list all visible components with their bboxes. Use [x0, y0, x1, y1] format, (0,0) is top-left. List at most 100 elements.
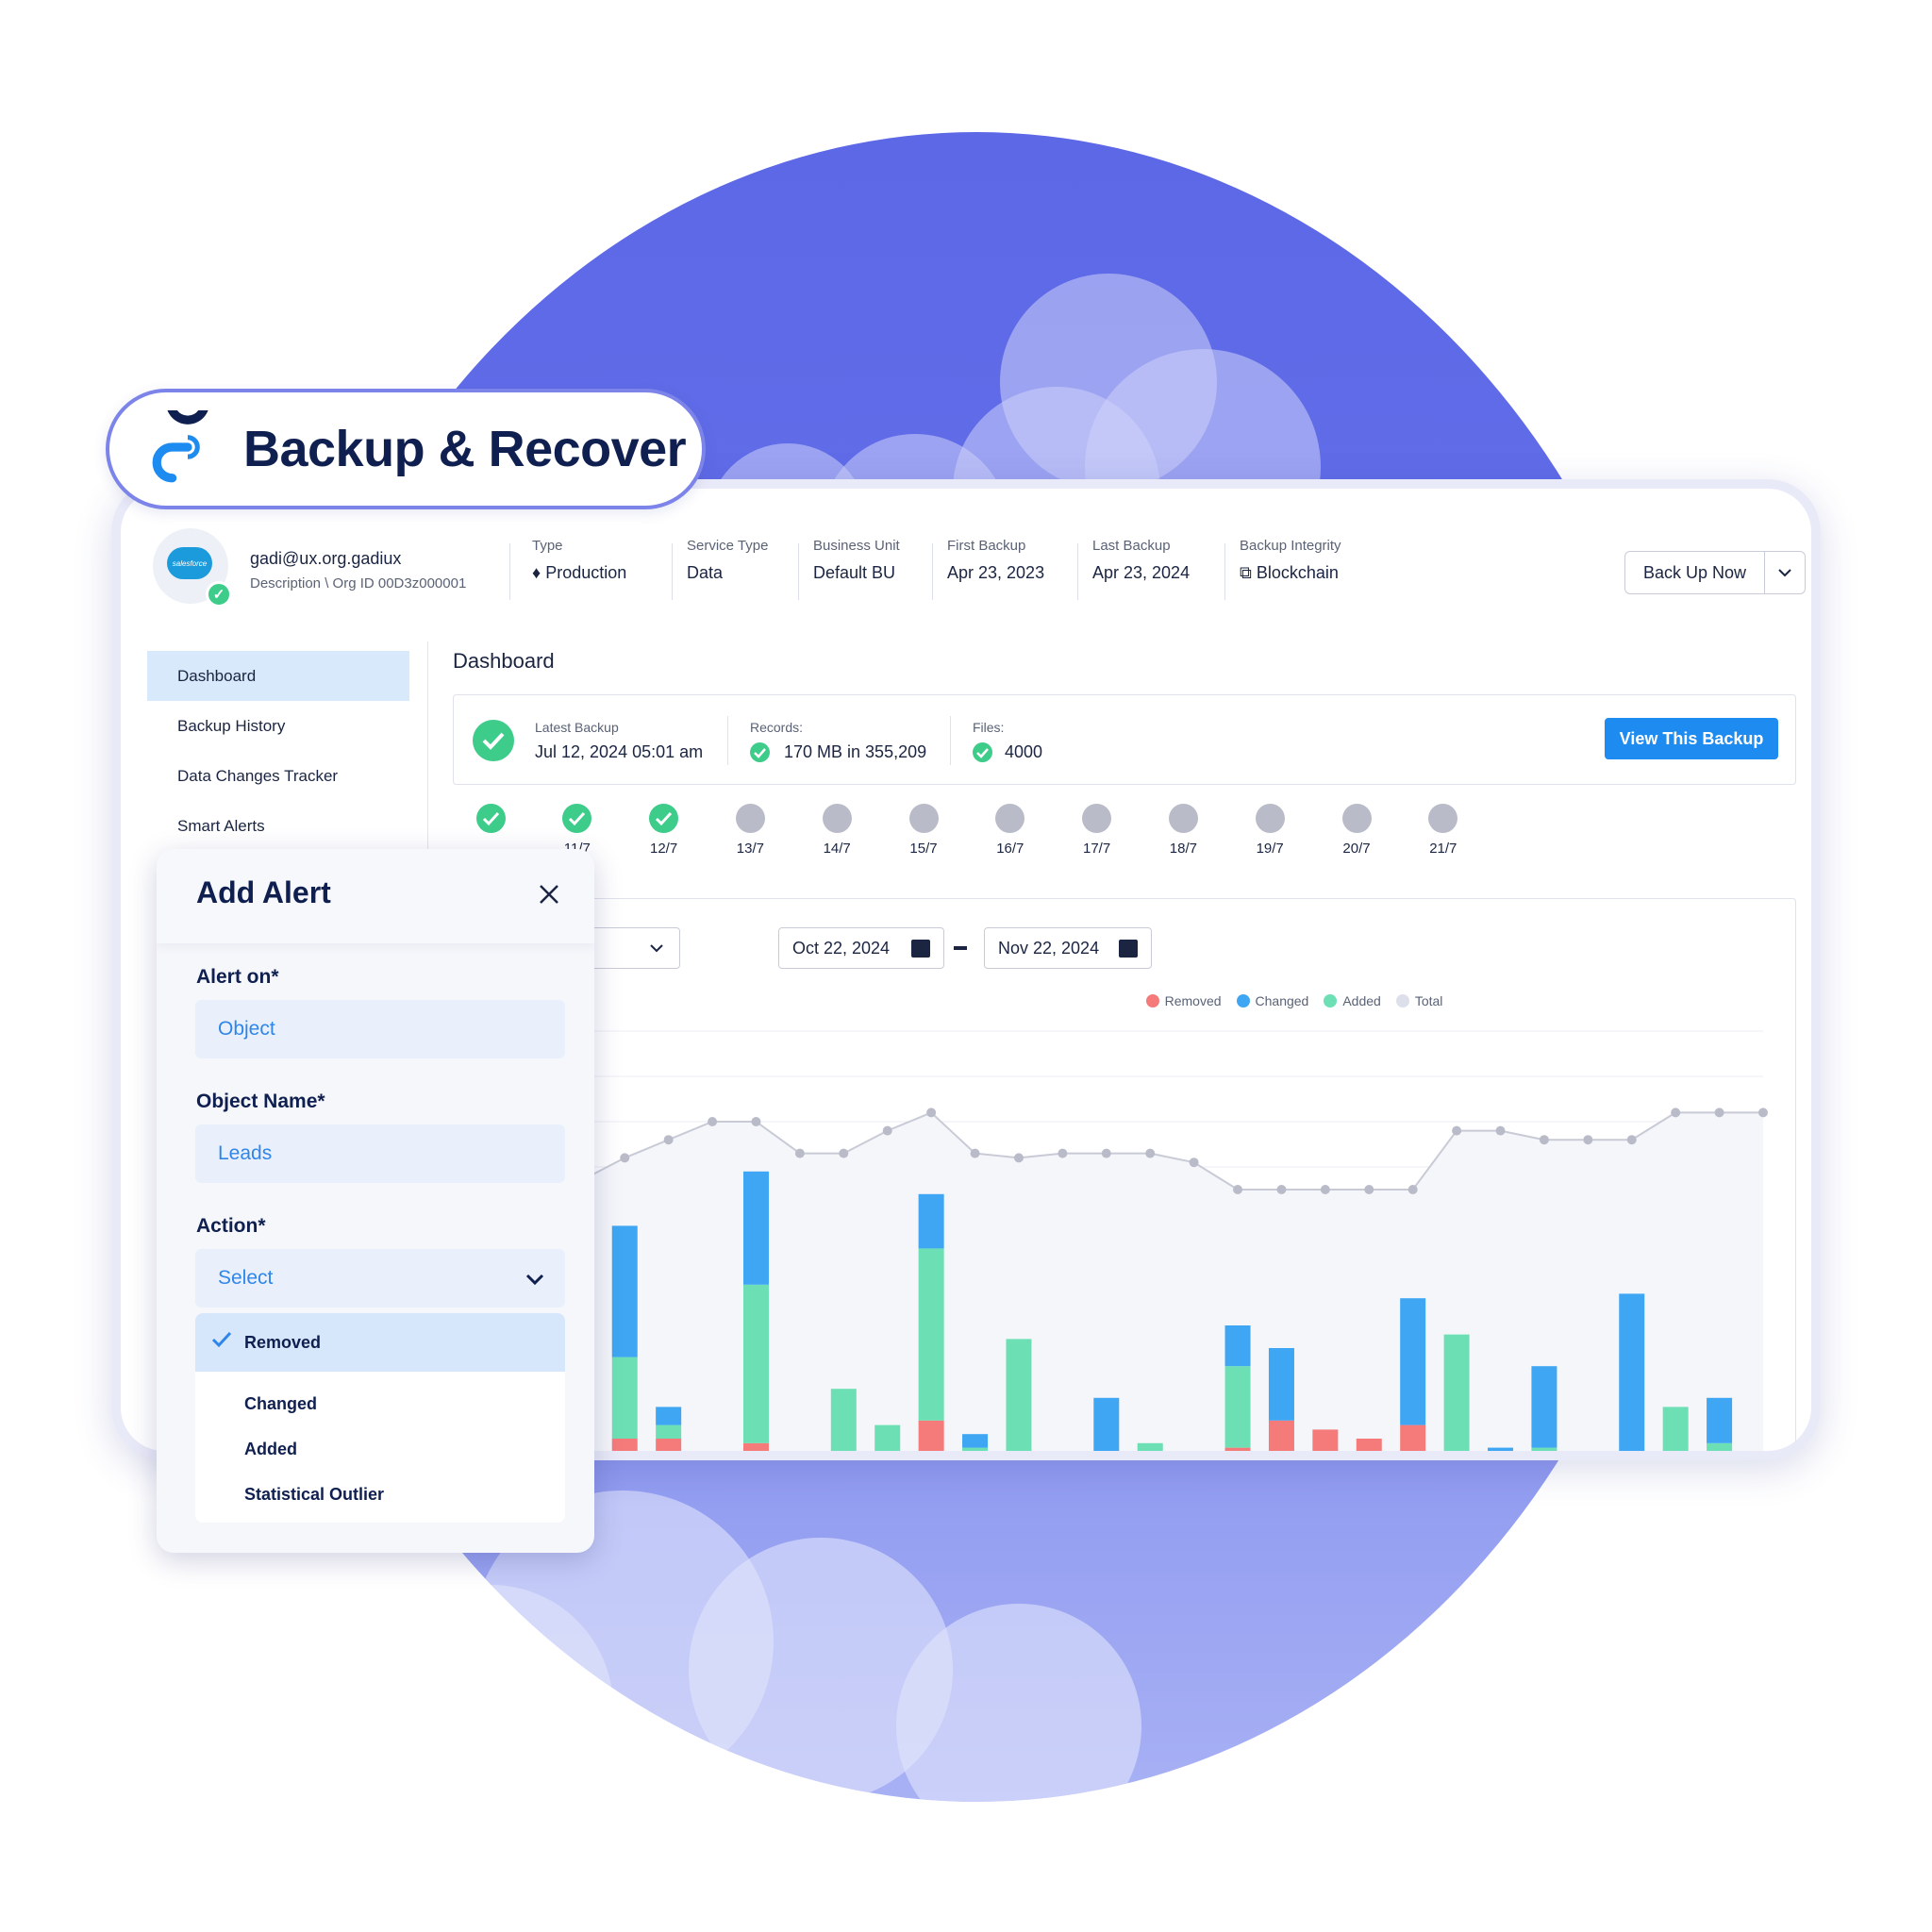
bar-removed [1312, 1429, 1339, 1451]
success-check-icon [562, 804, 592, 833]
files-value: 4000 [1005, 742, 1043, 761]
sidebar-item-backup-history[interactable]: Backup History [147, 701, 409, 751]
timeline-day[interactable]: 18/7 [1155, 804, 1211, 857]
option-changed[interactable]: Changed [195, 1381, 565, 1426]
total-point [1101, 1148, 1111, 1158]
total-point [1714, 1108, 1724, 1118]
chevron-down-icon [525, 1274, 544, 1285]
legend-item[interactable]: Removed [1145, 993, 1222, 1008]
alert-title: Add Alert [196, 875, 331, 909]
total-point [1013, 1153, 1024, 1163]
records-value: 170 MB in 355,209 [784, 742, 927, 761]
backup-options-button[interactable] [1765, 552, 1805, 593]
view-backup-button[interactable]: View This Backup [1605, 718, 1778, 759]
legend-swatch [1145, 994, 1159, 1008]
avatar: salesforce ✓ [153, 528, 232, 608]
action-select-value: Select [218, 1267, 274, 1289]
bar-removed [1268, 1420, 1294, 1451]
bar-changed [918, 1193, 944, 1249]
legend-item[interactable]: Changed [1236, 993, 1308, 1008]
timeline-day[interactable]: 13/7 [722, 804, 778, 857]
total-point [1058, 1148, 1068, 1158]
bar-changed [656, 1407, 682, 1425]
divider [950, 716, 951, 765]
success-check-icon [473, 720, 514, 761]
brand-pill: Backup & Recover [106, 389, 706, 509]
changes-chart-panel: Oct 22, 2024 Nov 22, 2024 Removed Changed… [453, 898, 1796, 1460]
total-point [1233, 1185, 1243, 1194]
bar-removed [656, 1439, 682, 1451]
option-label: Removed [244, 1332, 322, 1352]
timeline-day[interactable]: 17/7 [1069, 804, 1125, 857]
bar-added [1662, 1407, 1689, 1451]
meta-business-unit: Business Unit Default BU [813, 538, 900, 606]
pending-status-icon [908, 804, 939, 833]
bar-changed [700, 1452, 725, 1460]
meta-value: Default BU [813, 563, 896, 582]
sidebar-item-smart-alerts[interactable]: Smart Alerts [147, 801, 409, 851]
legend-label: Total [1414, 993, 1443, 1008]
action-select[interactable]: Select [195, 1249, 565, 1307]
total-point [1407, 1185, 1418, 1194]
total-point [663, 1135, 674, 1145]
bar-added [1707, 1442, 1733, 1451]
total-point [1583, 1135, 1593, 1145]
alert-on-label: Alert on* [196, 966, 279, 988]
legend-swatch [1236, 994, 1250, 1008]
calendar-icon [911, 940, 930, 958]
total-point [1758, 1108, 1768, 1118]
total-point [1495, 1125, 1506, 1136]
object-name-field[interactable]: Leads [195, 1124, 565, 1183]
bar-changed [1268, 1348, 1294, 1421]
total-point [1539, 1135, 1549, 1145]
sidebar-item-data-changes-tracker[interactable]: Data Changes Tracker [147, 751, 409, 801]
total-point [751, 1117, 761, 1126]
alert-on-field[interactable]: Object [195, 1000, 565, 1058]
timeline-date: 21/7 [1429, 841, 1457, 857]
timeline-date: 20/7 [1342, 841, 1371, 857]
timeline-day[interactable]: 14/7 [808, 804, 865, 857]
pending-status-icon [995, 804, 1025, 833]
legend-item[interactable]: Added [1324, 993, 1381, 1008]
bar-changed [1619, 1293, 1645, 1451]
timeline-day[interactable]: 21/7 [1415, 804, 1472, 857]
total-point [620, 1153, 630, 1163]
date-to-input[interactable]: Nov 22, 2024 [984, 927, 1152, 969]
date-from-input[interactable]: Oct 22, 2024 [778, 927, 944, 969]
bar-changed [962, 1434, 989, 1448]
timeline-day[interactable] [462, 804, 519, 841]
legend-swatch [1395, 994, 1409, 1008]
divider [932, 543, 933, 600]
account-description: Description \ Org ID 00D3z000001 [250, 575, 467, 591]
total-area [493, 1112, 1763, 1451]
meta-label: Service Type [687, 538, 769, 554]
divider [672, 543, 673, 600]
chart-legend: Removed Changed Added Total [454, 993, 1795, 1008]
bar-removed [1224, 1447, 1251, 1451]
pending-status-icon [735, 804, 765, 833]
timeline-day[interactable]: 19/7 [1241, 804, 1298, 857]
timeline-day[interactable]: 15/7 [895, 804, 952, 857]
close-button[interactable] [532, 877, 566, 911]
brand-logo-icon [152, 410, 208, 483]
option-statistical-outlier[interactable]: Statistical Outlier [195, 1472, 565, 1517]
timeline-date: 14/7 [823, 841, 851, 857]
option-added[interactable]: Added [195, 1426, 565, 1472]
timeline-day[interactable]: 16/7 [982, 804, 1039, 857]
sidebar-item-dashboard[interactable]: Dashboard [147, 651, 409, 701]
backup-now-button[interactable]: Back Up Now [1625, 552, 1765, 593]
timeline-day[interactable]: 12/7 [636, 804, 692, 857]
bar-added [962, 1447, 989, 1451]
meta-value: Apr 23, 2024 [1092, 563, 1191, 582]
divider [798, 543, 799, 600]
bar-added [1531, 1447, 1557, 1451]
total-point [1671, 1108, 1681, 1118]
backup-timeline: 11/712/713/714/715/716/717/718/719/720/7… [453, 804, 1796, 870]
legend-item[interactable]: Total [1395, 993, 1443, 1008]
files-label: Files: [973, 720, 1005, 735]
total-point [1626, 1135, 1637, 1145]
timeline-day[interactable]: 20/7 [1328, 804, 1385, 857]
records-check-icon [750, 742, 770, 762]
option-removed[interactable]: Removed [195, 1313, 565, 1372]
legend-label: Added [1342, 993, 1381, 1008]
